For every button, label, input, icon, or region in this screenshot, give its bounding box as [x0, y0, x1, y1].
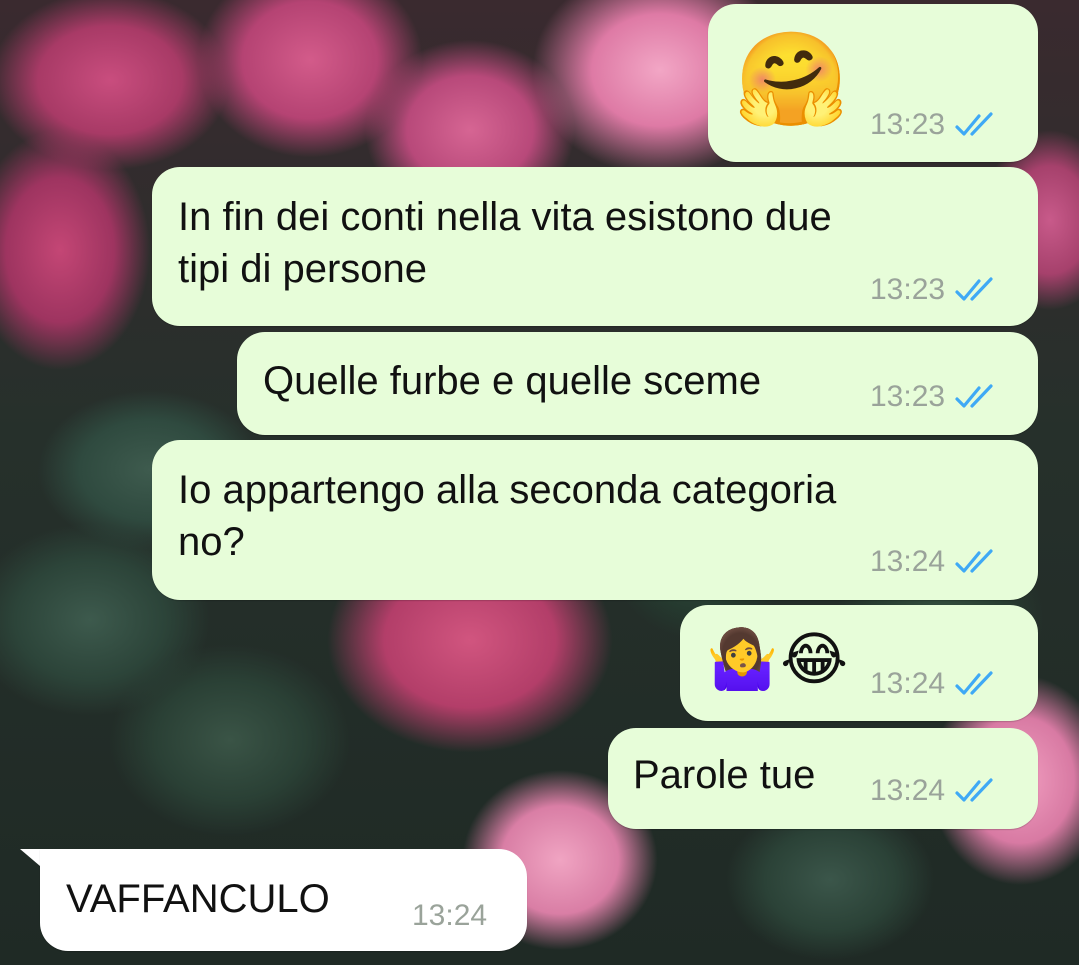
double-check-icon [955, 384, 993, 408]
message-text: Parole tue [633, 753, 816, 797]
message-timestamp: 13:24 [870, 774, 946, 807]
message-meta: 13:23 [870, 380, 999, 414]
shrug-and-laughing-emoji: 🤷‍♀️😂 [706, 627, 850, 692]
double-check-icon [955, 277, 993, 301]
message-bubble-outgoing[interactable]: In fin dei conti nella vita esistono due… [152, 167, 1038, 326]
message-bubble-outgoing[interactable]: Parole tue 13:24 [608, 728, 1038, 829]
message-timestamp: 13:23 [870, 380, 946, 413]
message-bubble-outgoing[interactable]: 🤷‍♀️😂 13:24 [680, 605, 1038, 721]
message-meta: 13:24 [870, 545, 999, 579]
message-meta: 13:23 [870, 273, 999, 307]
message-bubble-outgoing[interactable]: 🤗 13:23 [708, 4, 1038, 162]
message-timestamp: 13:24 [870, 545, 946, 578]
message-timestamp: 13:24 [870, 667, 946, 700]
hugging-face-emoji: 🤗 [734, 29, 849, 131]
message-bubble-incoming[interactable]: VAFFANCULO 13:24 [40, 849, 527, 951]
message-text: VAFFANCULO [66, 877, 330, 921]
double-check-icon [955, 778, 993, 802]
message-bubble-outgoing[interactable]: Quelle furbe e quelle sceme 13:23 [237, 332, 1038, 435]
message-timestamp: 13:24 [412, 899, 488, 932]
double-check-icon [955, 112, 993, 136]
message-meta: 13:24 [870, 774, 999, 808]
message-meta: 13:24 [412, 899, 487, 933]
message-bubble-outgoing[interactable]: Io appartengo alla seconda categoria no?… [152, 440, 1038, 600]
message-meta: 13:24 [870, 667, 999, 701]
double-check-icon [955, 671, 993, 695]
double-check-icon [955, 549, 993, 573]
message-timestamp: 13:23 [870, 108, 946, 141]
message-timestamp: 13:23 [870, 273, 946, 306]
message-meta: 13:23 [870, 108, 999, 142]
message-text: Quelle furbe e quelle sceme [263, 359, 762, 403]
